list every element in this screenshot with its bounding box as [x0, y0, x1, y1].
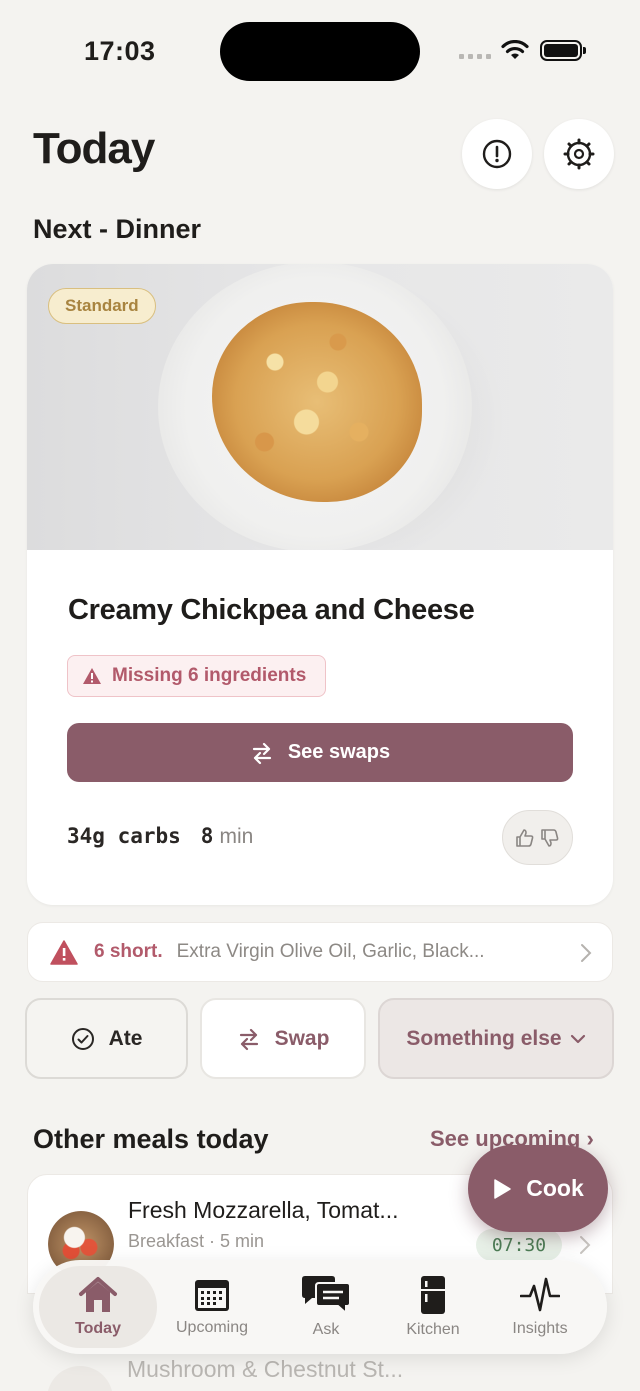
carbs-value: 34g carbs	[67, 824, 181, 848]
tab-label: Ask	[312, 1321, 340, 1338]
cellular-signal-icon	[459, 54, 491, 59]
status-bar: 17:03	[0, 0, 640, 100]
ate-button[interactable]: Ate	[25, 998, 188, 1079]
tab-upcoming[interactable]: Upcoming	[157, 1266, 267, 1348]
chevron-down-icon	[570, 1034, 585, 1043]
swap-button[interactable]: Swap	[200, 998, 366, 1079]
swap-arrows-icon	[239, 1028, 258, 1050]
meal-name: Creamy Chickpea and Cheese	[68, 594, 475, 626]
pulse-icon	[520, 1277, 560, 1312]
warning-icon	[83, 668, 101, 684]
meal-type-badge: Standard	[48, 288, 156, 324]
thumbs-down-icon	[541, 828, 559, 847]
minutes-unit: min	[219, 825, 254, 848]
swap-label: Swap	[274, 1026, 330, 1050]
warning-icon	[50, 939, 78, 965]
home-icon	[79, 1277, 117, 1312]
gear-icon	[563, 138, 595, 170]
settings-button[interactable]	[544, 119, 614, 189]
play-icon	[494, 1178, 511, 1199]
tab-today[interactable]: Today	[39, 1266, 157, 1348]
battery-icon	[540, 40, 586, 61]
cook-button[interactable]: Cook	[468, 1145, 608, 1232]
tab-label: Today	[75, 1320, 121, 1337]
check-circle-icon	[71, 1027, 94, 1050]
calendar-icon	[195, 1280, 229, 1311]
meal-thumbnail	[47, 1366, 113, 1391]
page-title: Today	[33, 124, 155, 173]
rate-meal-button[interactable]	[502, 810, 573, 865]
cook-label: Cook	[526, 1175, 584, 1201]
swap-arrows-icon	[252, 742, 271, 764]
missing-ingredients-pill[interactable]: Missing 6 ingredients	[67, 655, 326, 697]
tab-bar: Today Upcoming Ask Kitchen Insights	[33, 1260, 607, 1354]
something-else-label: Something else	[406, 1026, 562, 1050]
minutes-value: 8	[200, 824, 214, 848]
dynamic-island	[220, 22, 420, 81]
status-time: 17:03	[84, 36, 156, 66]
other-meals-heading: Other meals today	[33, 1124, 269, 1154]
shortage-count: 6 short.	[94, 941, 163, 962]
tab-insights[interactable]: Insights	[485, 1266, 595, 1348]
meal-row-title: Mushroom & Chestnut St...	[127, 1356, 404, 1382]
wifi-icon	[501, 40, 529, 59]
tab-label: Kitchen	[406, 1321, 460, 1338]
tab-label: Insights	[512, 1320, 568, 1337]
thumbs-up-icon	[516, 828, 534, 847]
meal-row-subtitle: Breakfast · 5 min	[128, 1231, 265, 1251]
something-else-button[interactable]: Something else	[378, 998, 614, 1079]
ate-label: Ate	[108, 1026, 143, 1050]
next-meal-heading: Next - Dinner	[33, 214, 202, 244]
meal-row-title: Fresh Mozzarella, Tomat...	[128, 1197, 399, 1223]
alert-circle-icon	[482, 139, 512, 169]
see-swaps-button[interactable]: See swaps	[67, 723, 573, 782]
alert-button[interactable]	[462, 119, 532, 189]
tab-kitchen[interactable]: Kitchen	[378, 1266, 488, 1348]
chevron-right-icon	[581, 944, 592, 962]
next-meal-card[interactable]: Standard Creamy Chickpea and Cheese Miss…	[27, 264, 613, 905]
meal-meta: 34g carbs 8 min	[67, 824, 253, 849]
missing-ingredients-label: Missing 6 ingredients	[112, 665, 307, 686]
meal-photo: Standard	[27, 264, 613, 550]
see-swaps-label: See swaps	[287, 741, 391, 763]
chat-icon	[302, 1276, 351, 1315]
tab-ask[interactable]: Ask	[271, 1266, 381, 1348]
shortage-ingredients: Extra Virgin Olive Oil, Garlic, Black...	[176, 941, 485, 962]
tab-label: Upcoming	[175, 1319, 249, 1336]
chevron-right-icon	[580, 1236, 591, 1254]
fridge-icon	[421, 1276, 445, 1314]
shortage-bar[interactable]: 6 short. Extra Virgin Olive Oil, Garlic,…	[27, 922, 613, 982]
meal-time-badge: 07:30	[476, 1229, 562, 1261]
